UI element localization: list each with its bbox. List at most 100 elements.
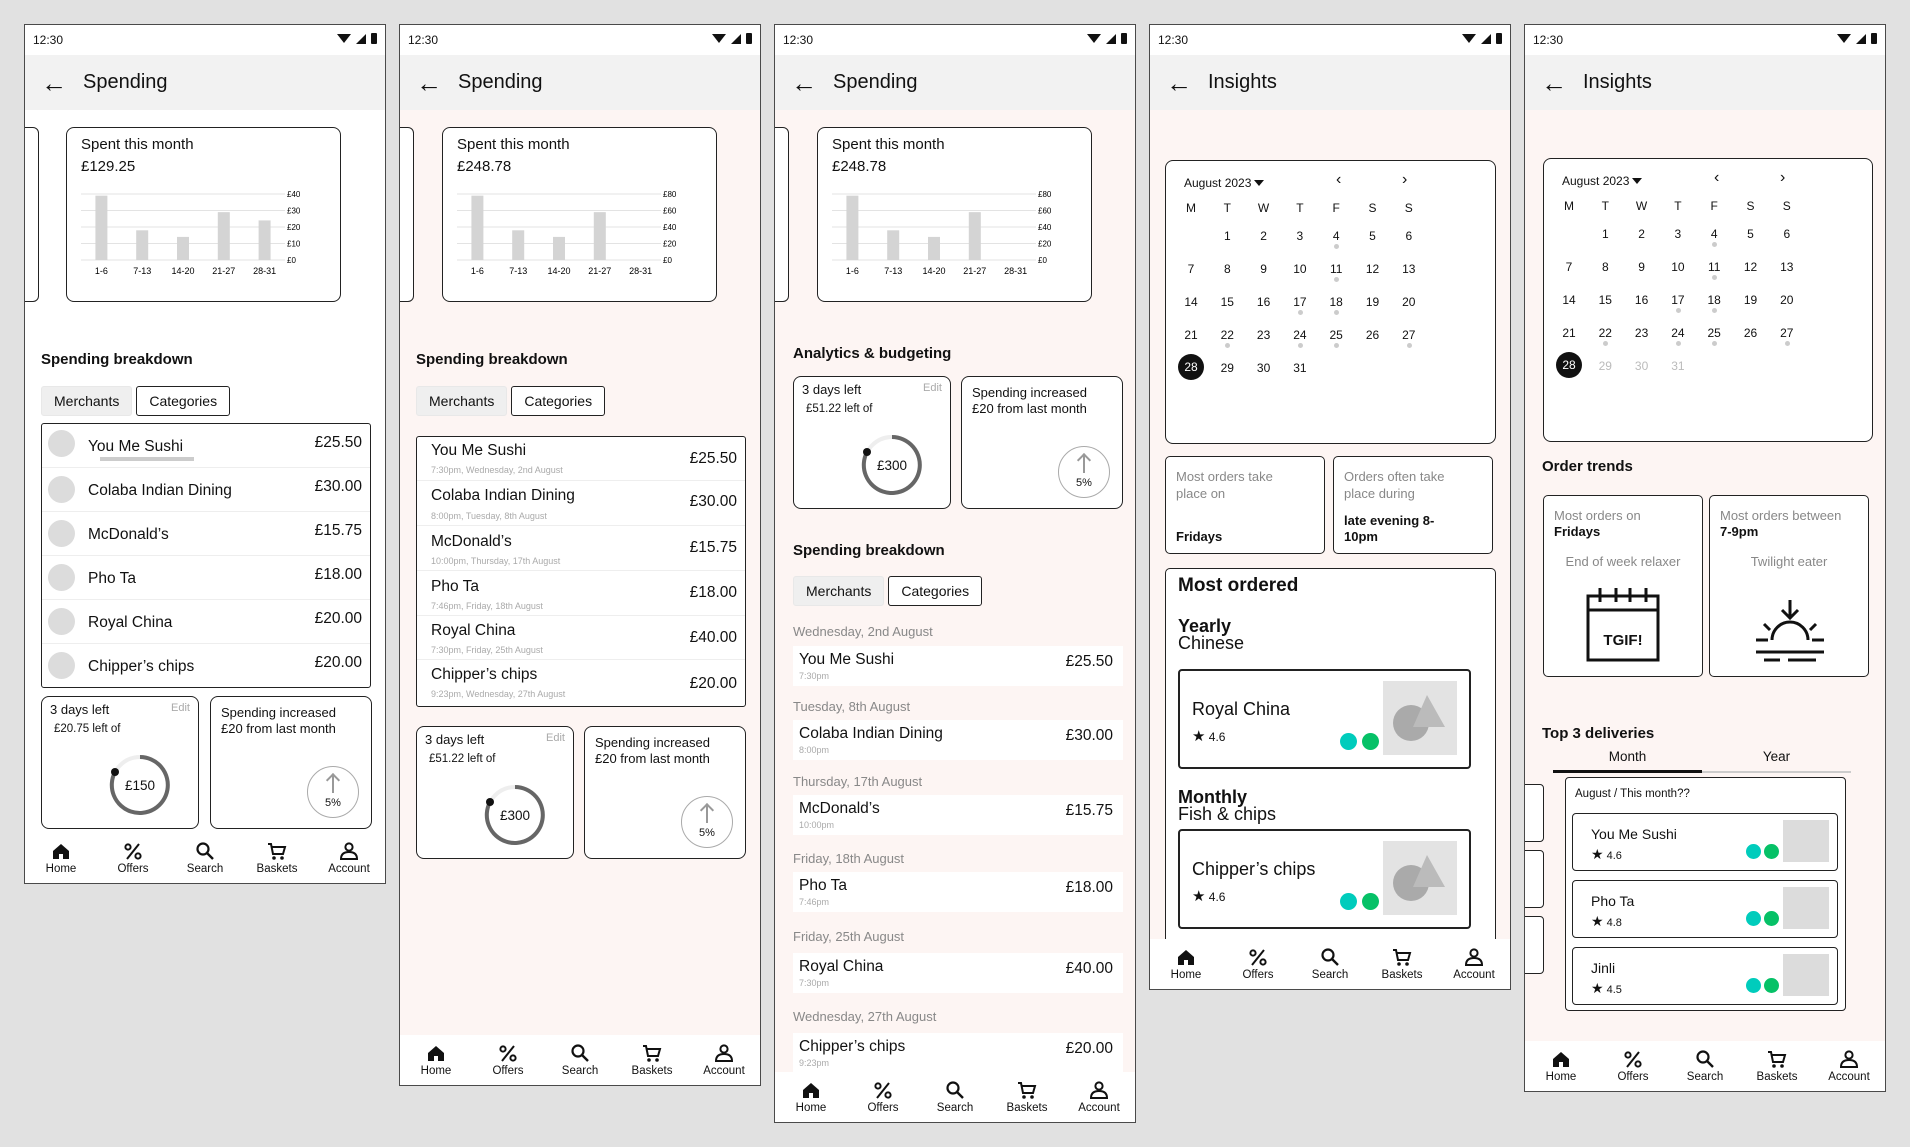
list-item[interactable]: Chipper’s chips £20.00 bbox=[42, 644, 370, 688]
list-item[interactable]: Royal China £20.00 bbox=[42, 600, 370, 644]
tab-categories[interactable]: Categories bbox=[888, 576, 983, 606]
calendar-day[interactable]: 6 bbox=[1391, 229, 1427, 243]
calendar-day[interactable]: 21 bbox=[1173, 328, 1209, 342]
back-arrow-icon[interactable]: ← bbox=[25, 70, 83, 96]
trend-card-time[interactable]: Most orders between 7-9pm Twilight eater bbox=[1709, 495, 1869, 677]
back-arrow-icon[interactable]: ← bbox=[1525, 70, 1583, 96]
delivery-card[interactable]: Pho Ta ★ 4.8 bbox=[1572, 880, 1838, 938]
list-item[interactable]: Pho Ta £18.00 bbox=[42, 556, 370, 600]
nav-account[interactable]: Account bbox=[688, 1035, 760, 1085]
nav-account[interactable]: Account bbox=[1438, 939, 1510, 989]
calendar-day[interactable]: 25 bbox=[1318, 328, 1354, 342]
list-item[interactable]: Chipper’s chips 9:23pm, Wednesday, 27th A… bbox=[417, 660, 745, 704]
previous-card-peek[interactable] bbox=[25, 127, 39, 302]
nav-offers[interactable]: Offers bbox=[472, 1035, 544, 1085]
spent-this-month-card[interactable]: Spent this month £129.25 £40 £30 £20 £10 £0 1… bbox=[66, 127, 341, 302]
calendar-day[interactable]: 8 bbox=[1209, 262, 1245, 276]
calendar-day[interactable]: 17 bbox=[1660, 293, 1696, 307]
nav-home[interactable]: Home bbox=[1150, 939, 1222, 989]
nav-offers[interactable]: Offers bbox=[1597, 1041, 1669, 1091]
calendar-day[interactable]: 29 bbox=[1209, 361, 1245, 375]
nav-search[interactable]: Search bbox=[1669, 1041, 1741, 1091]
calendar-day[interactable]: 27 bbox=[1769, 326, 1805, 340]
calendar-day[interactable]: 10 bbox=[1660, 260, 1696, 274]
calendar-day[interactable]: 26 bbox=[1733, 326, 1769, 340]
list-item[interactable]: McDonald’s 10:00pm, Thursday, 17th August… bbox=[417, 526, 745, 571]
chevron-left-icon[interactable]: ‹ bbox=[1336, 171, 1341, 189]
calendar-day[interactable]: 4 bbox=[1318, 229, 1354, 243]
nav-account[interactable]: Account bbox=[1063, 1072, 1135, 1122]
nav-baskets[interactable]: Baskets bbox=[991, 1072, 1063, 1122]
list-item[interactable]: You Me Sushi 7:30pm, Wednesday, 2nd Augus… bbox=[417, 437, 745, 481]
back-arrow-icon[interactable]: ← bbox=[1150, 70, 1208, 96]
tab-categories[interactable]: Categories bbox=[511, 386, 606, 416]
calendar-day[interactable]: 23 bbox=[1624, 326, 1660, 340]
list-item[interactable]: Pho Ta 7:46pm, Friday, 18th August £18.00 bbox=[417, 571, 745, 616]
nav-home[interactable]: Home bbox=[400, 1035, 472, 1085]
edit-link[interactable]: Edit bbox=[546, 732, 565, 744]
list-item[interactable]: You Me Sushi 7:30pm £25.50 bbox=[793, 646, 1123, 686]
spending-increase-card[interactable]: Spending increased £20 from last month 5… bbox=[210, 696, 372, 829]
calendar-day[interactable]: 2 bbox=[1246, 229, 1282, 243]
chevron-right-icon[interactable]: › bbox=[1780, 169, 1785, 187]
tab-merchants[interactable]: Merchants bbox=[41, 386, 133, 416]
list-item[interactable]: Royal China 7:30pm £40.00 bbox=[793, 953, 1123, 993]
calendar-day[interactable]: 22 bbox=[1209, 328, 1245, 342]
list-item[interactable]: McDonald’s 10:00pm £15.75 bbox=[793, 795, 1123, 835]
calendar-day[interactable]: 1 bbox=[1209, 229, 1245, 243]
previous-card-peek[interactable] bbox=[1525, 850, 1544, 908]
delivery-card[interactable]: You Me Sushi ★ 4.6 bbox=[1572, 813, 1838, 871]
spending-increase-card[interactable]: Spending increased £20 from last month 5… bbox=[961, 376, 1123, 509]
calendar-day[interactable]: 14 bbox=[1173, 295, 1209, 309]
calendar-day[interactable]: 30 bbox=[1246, 361, 1282, 375]
nav-offers[interactable]: Offers bbox=[97, 833, 169, 883]
back-arrow-icon[interactable]: ← bbox=[775, 70, 833, 96]
nav-search[interactable]: Search bbox=[1294, 939, 1366, 989]
delivery-card[interactable]: Jinli ★ 4.5 bbox=[1572, 947, 1838, 1005]
chevron-down-icon[interactable] bbox=[1254, 180, 1264, 186]
calendar-day[interactable]: 20 bbox=[1391, 295, 1427, 309]
calendar-day-selected[interactable]: 28 bbox=[1178, 354, 1204, 380]
budget-card[interactable]: 3 days left Edit £51.22 left of £300 bbox=[416, 726, 574, 859]
calendar-day[interactable]: 19 bbox=[1355, 295, 1391, 309]
calendar-day[interactable]: 17 bbox=[1282, 295, 1318, 309]
calendar-day[interactable]: 26 bbox=[1355, 328, 1391, 342]
chevron-left-icon[interactable]: ‹ bbox=[1714, 169, 1719, 187]
previous-card-peek[interactable] bbox=[1525, 784, 1544, 842]
edit-link[interactable]: Edit bbox=[923, 382, 942, 394]
list-item[interactable]: Colaba Indian Dining £30.00 bbox=[42, 468, 370, 512]
chevron-down-icon[interactable] bbox=[1632, 178, 1642, 184]
calendar-day[interactable]: 24 bbox=[1660, 326, 1696, 340]
calendar-day[interactable]: 22 bbox=[1587, 326, 1623, 340]
calendar-day[interactable]: 2 bbox=[1624, 227, 1660, 241]
calendar-day[interactable]: 12 bbox=[1355, 262, 1391, 276]
calendar-day[interactable]: 13 bbox=[1769, 260, 1805, 274]
nav-home[interactable]: Home bbox=[775, 1072, 847, 1122]
calendar-day[interactable]: 15 bbox=[1587, 293, 1623, 307]
calendar-day[interactable]: 25 bbox=[1696, 326, 1732, 340]
list-item[interactable]: McDonald’s £15.75 bbox=[42, 512, 370, 556]
calendar-day[interactable]: 1 bbox=[1587, 227, 1623, 241]
list-item[interactable]: Pho Ta 7:46pm £18.00 bbox=[793, 872, 1123, 912]
previous-card-peek[interactable] bbox=[1525, 916, 1544, 974]
nav-search[interactable]: Search bbox=[544, 1035, 616, 1085]
calendar-day[interactable]: 4 bbox=[1696, 227, 1732, 241]
nav-search[interactable]: Search bbox=[169, 833, 241, 883]
calendar-day-selected[interactable]: 28 bbox=[1556, 352, 1582, 378]
calendar-day[interactable]: 29 bbox=[1587, 359, 1623, 373]
nav-home[interactable]: Home bbox=[25, 833, 97, 883]
calendar-day[interactable]: 19 bbox=[1733, 293, 1769, 307]
budget-card[interactable]: 3 days left Edit £20.75 left of £150 bbox=[41, 696, 199, 829]
tab-month[interactable]: Month bbox=[1553, 749, 1702, 773]
back-arrow-icon[interactable]: ← bbox=[400, 70, 458, 96]
nav-home[interactable]: Home bbox=[1525, 1041, 1597, 1091]
calendar-day[interactable]: 20 bbox=[1769, 293, 1805, 307]
list-item[interactable]: Royal China 7:30pm, Friday, 25th August £4… bbox=[417, 616, 745, 660]
list-item[interactable]: Colaba Indian Dining 8:00pm £30.00 bbox=[793, 720, 1123, 760]
calendar-day[interactable]: 5 bbox=[1733, 227, 1769, 241]
tab-merchants[interactable]: Merchants bbox=[416, 386, 508, 416]
calendar-day[interactable]: 12 bbox=[1733, 260, 1769, 274]
tab-year[interactable]: Year bbox=[1702, 749, 1851, 773]
nav-offers[interactable]: Offers bbox=[1222, 939, 1294, 989]
spending-increase-card[interactable]: Spending increased £20 from last month 5… bbox=[584, 726, 746, 859]
